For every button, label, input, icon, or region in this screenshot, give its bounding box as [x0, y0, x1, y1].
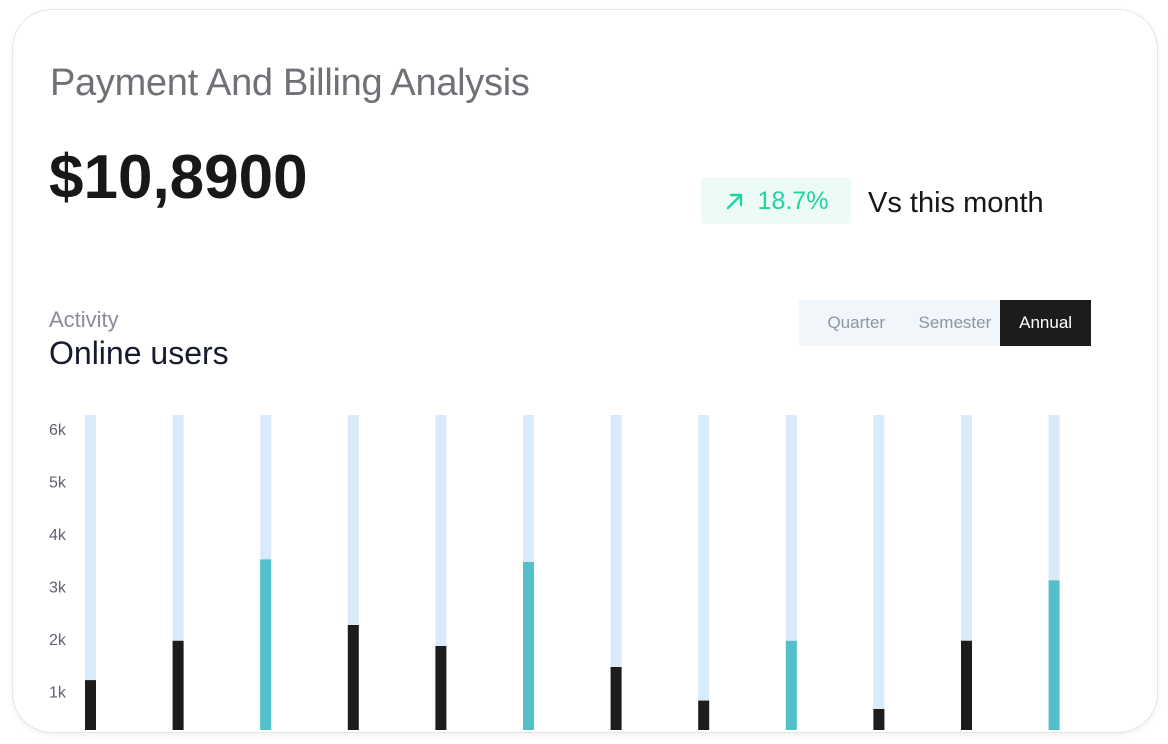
y-tick-label: 4k	[49, 527, 67, 544]
y-tick-label: 1k	[49, 685, 67, 702]
bar-track	[698, 415, 710, 730]
billing-card: Payment And Billing Analysis $10,8900 18…	[12, 9, 1158, 733]
bar[interactable]	[347, 625, 359, 730]
bar-track	[873, 415, 885, 730]
bar[interactable]	[785, 640, 797, 730]
bar[interactable]	[961, 640, 972, 730]
y-tick-label: 3k	[49, 580, 67, 597]
bar[interactable]	[523, 562, 534, 730]
bar[interactable]	[1048, 580, 1060, 730]
bar[interactable]	[698, 700, 710, 730]
bar[interactable]	[610, 667, 622, 730]
y-tick-label: 6k	[49, 422, 67, 439]
y-tick-label: 5k	[49, 475, 67, 492]
online-users-chart: 6k 5k 4k 3k 2k 1k	[49, 415, 1060, 730]
bar[interactable]	[873, 709, 885, 730]
bar[interactable]	[435, 646, 447, 730]
bar[interactable]	[260, 559, 272, 730]
bar[interactable]	[85, 680, 96, 730]
y-tick-label: 2k	[49, 632, 67, 649]
bar[interactable]	[172, 640, 184, 730]
